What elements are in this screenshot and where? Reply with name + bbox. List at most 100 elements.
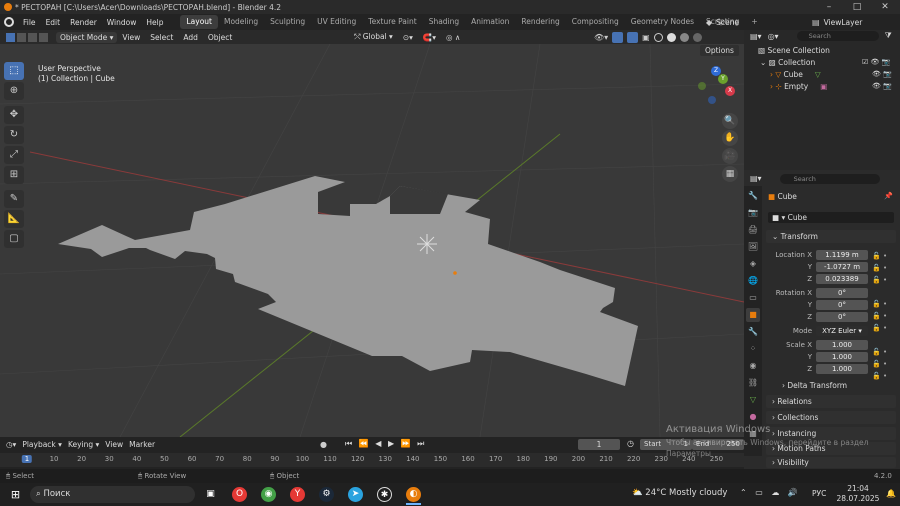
scene-selector[interactable]: ◆ Scene — [706, 16, 794, 28]
tab-layout[interactable]: Layout — [180, 15, 218, 29]
rotate-tool-icon[interactable]: ↻ — [4, 126, 24, 144]
menu-timeline-view[interactable]: View — [105, 440, 123, 449]
cursor-tool-icon[interactable]: ⊕ — [4, 82, 24, 100]
taskbar-search[interactable]: ⌕ Поиск — [30, 486, 195, 503]
empty-visibility-icons[interactable]: 👁 📷 — [872, 82, 892, 90]
tab-shading[interactable]: Shading — [423, 15, 465, 29]
scale-y-field[interactable]: 1.000 — [816, 352, 868, 362]
move-tool-icon[interactable]: ✥ — [4, 106, 24, 124]
constraints-tab-icon[interactable]: ⛓ — [746, 376, 760, 390]
rendered-shading-icon[interactable] — [692, 32, 702, 42]
visibility-section[interactable]: › Visibility — [766, 457, 896, 468]
modifier-tab-icon[interactable]: 🔧 — [746, 325, 760, 339]
ortho-toggle-icon[interactable]: ▦ — [722, 166, 738, 182]
transform-panel-header[interactable]: ⌄ Transform — [766, 230, 896, 243]
tab-texture-paint[interactable]: Texture Paint — [362, 15, 422, 29]
navigation-gizmo[interactable]: Z X Y — [696, 66, 738, 108]
clock-time[interactable]: 21:04 — [838, 484, 878, 493]
snap-icon[interactable]: 🧲▾ — [418, 33, 441, 42]
options-dropdown[interactable]: Options — [700, 45, 739, 56]
playback-controls[interactable]: ⏮ ⏪ ◀ ▶ ⏩ ⏭ — [345, 439, 426, 449]
mode-dropdown[interactable]: Object Mode ▾ — [56, 31, 118, 43]
keyframe-icons[interactable]: 🔓 • 🔓 • 🔓 • 🔓 • 🔓 • 🔓 • 🔓 • 🔓 • 🔓 • — [872, 250, 887, 382]
collection-item[interactable]: ⌄ ▨ Collection — [760, 58, 815, 67]
view-layer-tab-icon[interactable]: 🖼 — [746, 240, 760, 254]
material-shading-icon[interactable] — [679, 32, 689, 42]
outliner-item-cube[interactable]: › ▽ Cube ▽ — [770, 70, 821, 79]
render-tab-icon[interactable]: 📷 — [746, 206, 760, 220]
output-tab-icon[interactable]: 🖨 — [746, 223, 760, 237]
menu-object[interactable]: Object — [203, 33, 237, 42]
relations-section[interactable]: › Relations — [766, 395, 896, 408]
tab-geometry-nodes[interactable]: Geometry Nodes — [625, 15, 700, 29]
annotate-tool-icon[interactable]: ✎ — [4, 190, 24, 208]
timeline-editor-icon[interactable]: ◷▾ — [6, 440, 16, 449]
wireframe-shading-icon[interactable] — [653, 32, 663, 42]
plane-mesh[interactable] — [58, 176, 638, 386]
clock-date[interactable]: 28.07.2025 — [832, 494, 884, 503]
overlay-toggle-icon[interactable] — [627, 31, 639, 43]
notifications-icon[interactable]: 🔔 — [886, 489, 896, 498]
menu-render[interactable]: Render — [65, 18, 102, 27]
gizmo-neg-z-icon[interactable] — [708, 96, 716, 104]
rotation-y-field[interactable]: 0° — [816, 300, 868, 310]
menu-select[interactable]: Select — [145, 33, 178, 42]
language-indicator[interactable]: РУС — [812, 489, 826, 498]
gizmo-y-icon[interactable]: Y — [718, 74, 728, 84]
particles-tab-icon[interactable]: ⁘ — [746, 342, 760, 356]
physics-tab-icon[interactable]: ◉ — [746, 359, 760, 373]
transform-orientation-dropdown[interactable]: ⤲ Global ▾ — [349, 32, 397, 42]
view-layer-selector[interactable]: ▤ ViewLayer — [812, 16, 892, 28]
collection-visibility-icons[interactable]: ☑ 👁 📷 — [862, 58, 890, 66]
tab-uv-editing[interactable]: UV Editing — [311, 15, 362, 29]
menu-help[interactable]: Help — [141, 18, 168, 27]
select-intersect-icon[interactable] — [39, 32, 48, 42]
location-y-field[interactable]: -1.0727 m — [816, 262, 868, 272]
minimize-button[interactable]: – — [815, 0, 843, 14]
pan-hand-icon[interactable]: ✋ — [722, 130, 738, 146]
transform-tool-icon[interactable]: ⊞ — [4, 166, 24, 184]
yandex-browser-icon[interactable]: Y — [290, 487, 305, 502]
properties-search-input[interactable]: Search — [779, 173, 880, 184]
object-name-field[interactable]: ■ ▾ Cube — [768, 212, 894, 223]
windows-start-icon[interactable]: ⊞ — [8, 487, 23, 502]
camera-view-icon[interactable]: 🎥 — [722, 148, 738, 164]
chrome-icon[interactable]: ◉ — [261, 487, 276, 502]
menu-add[interactable]: Add — [178, 33, 203, 42]
proportional-edit-icon[interactable]: ◎ ∧ — [441, 33, 465, 42]
frame-ruler[interactable]: 1 10 20 30 40 50 60 70 80 90 100 110 120 130 140 150 160… — [0, 453, 744, 467]
scale-tool-icon[interactable]: ⤢ — [4, 146, 24, 164]
gizmo-neg-y-icon[interactable] — [698, 82, 706, 90]
rotation-mode-dropdown[interactable]: XYZ Euler ▾ — [816, 326, 868, 336]
close-button[interactable]: ✕ — [871, 0, 899, 14]
menu-playback[interactable]: Playback ▾ — [22, 440, 62, 449]
add-cube-tool-icon[interactable]: ▢ — [4, 230, 24, 248]
scale-z-field[interactable]: 1.000 — [816, 364, 868, 374]
filter-icon[interactable]: ⧩ — [885, 31, 892, 41]
task-view-icon[interactable]: ▣ — [203, 487, 218, 502]
location-z-field[interactable]: 0.023389 — [816, 274, 868, 284]
delta-transform-section[interactable]: › Delta Transform — [776, 379, 900, 392]
app-icon[interactable]: ✱ — [377, 487, 392, 502]
menu-view[interactable]: View — [117, 33, 145, 42]
tab-rendering[interactable]: Rendering — [515, 15, 565, 29]
xray-icon[interactable]: ▣ — [642, 33, 650, 42]
properties-editor-icon[interactable]: ▤▾ — [750, 174, 762, 183]
blender-menu-icon[interactable] — [4, 17, 14, 27]
menu-window[interactable]: Window — [102, 18, 142, 27]
outliner-editor-icon[interactable]: ▤▾ — [750, 32, 762, 41]
auto-key-icon[interactable]: ● — [320, 440, 327, 449]
weather-widget[interactable]: ⛅ 24°C Mostly cloudy — [632, 488, 727, 498]
world-tab-icon[interactable]: 🌐 — [746, 274, 760, 288]
menu-keying[interactable]: Keying ▾ — [68, 440, 99, 449]
visibility-icon[interactable]: 👁▾ — [594, 33, 608, 42]
select-extend-icon[interactable] — [17, 32, 26, 42]
outliner-search-input[interactable]: Search — [796, 31, 879, 41]
menu-marker[interactable]: Marker — [129, 440, 155, 449]
menu-edit[interactable]: Edit — [41, 18, 66, 27]
rotation-z-field[interactable]: 0° — [816, 312, 868, 322]
cube-visibility-icons[interactable]: 👁 📷 — [872, 70, 892, 78]
menu-file[interactable]: File — [18, 18, 41, 27]
maximize-button[interactable]: □ — [843, 0, 871, 14]
pin-icon[interactable]: 📌 — [884, 192, 893, 200]
